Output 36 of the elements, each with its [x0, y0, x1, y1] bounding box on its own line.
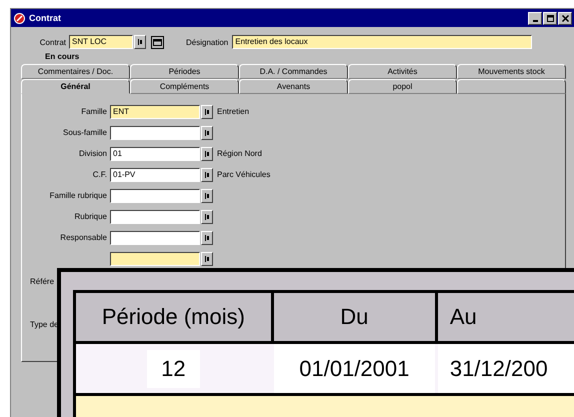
table-cell: 01/01/2001: [299, 356, 410, 382]
input-field[interactable]: 01: [110, 146, 200, 160]
field-label: Famille rubrique: [48, 191, 108, 200]
field-label: Responsable: [59, 233, 108, 242]
table-cell: 12: [147, 350, 200, 388]
field-label: Famille: [80, 107, 108, 116]
table-cell: 31/12/200: [450, 356, 548, 382]
tab[interactable]: Général: [21, 79, 130, 94]
tab[interactable]: Périodes: [130, 64, 239, 79]
input-field[interactable]: ENT: [110, 104, 200, 118]
tab[interactable]: Mouvements stock: [457, 64, 566, 79]
input-field[interactable]: SNT LOC: [69, 35, 133, 49]
field-description: Parc Véhicules: [217, 170, 270, 179]
tab[interactable]: Activités: [348, 64, 457, 79]
status-label: En cours: [44, 51, 80, 63]
window-title: Contrat: [29, 13, 61, 23]
field-label: Référe: [29, 277, 56, 286]
tab[interactable]: Avenants: [239, 79, 348, 94]
input-field[interactable]: Entretien des locaux: [232, 35, 532, 49]
tab[interactable]: popol: [348, 79, 457, 94]
field-label: Division: [78, 149, 108, 158]
field-label: Sous-famille: [62, 128, 108, 137]
field-label: Désignation: [186, 38, 230, 46]
field-label: Rubrique: [74, 212, 108, 221]
field-description: Région Nord: [217, 149, 262, 158]
input-field[interactable]: 01-PV: [110, 168, 200, 182]
column-header: Au: [438, 293, 574, 341]
column-header: Du: [274, 293, 435, 341]
field-description: Entretien: [217, 107, 250, 116]
tab[interactable]: D.A. / Commandes: [239, 64, 348, 79]
column-header: Période (mois): [76, 293, 271, 341]
table-row[interactable]: 12 01/01/2001 31/12/200: [76, 344, 574, 393]
tab[interactable]: Commentaires / Doc.: [21, 64, 130, 79]
tab[interactable]: Compléments: [130, 79, 239, 94]
field-label: Contrat: [38, 38, 67, 46]
field-label: C.F.: [92, 170, 108, 179]
